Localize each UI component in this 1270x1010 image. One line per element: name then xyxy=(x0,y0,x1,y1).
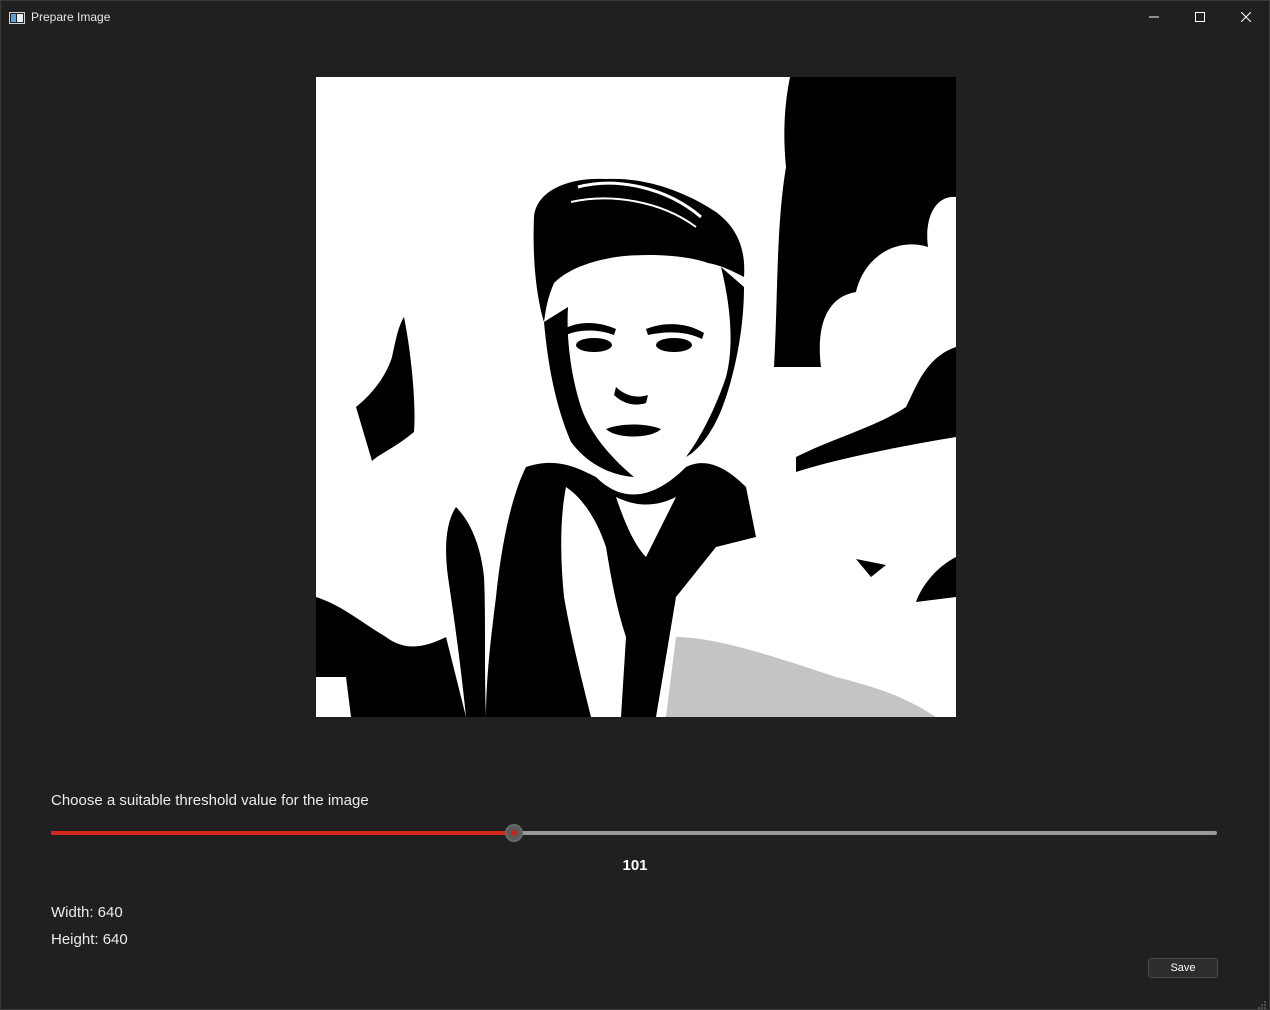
close-button[interactable] xyxy=(1223,1,1269,32)
threshold-preview-image xyxy=(316,77,956,717)
maximize-icon xyxy=(1195,11,1205,22)
resize-grip-icon[interactable] xyxy=(1257,997,1267,1009)
window-title: Prepare Image xyxy=(31,9,111,24)
close-icon xyxy=(1241,11,1251,22)
minimize-button[interactable] xyxy=(1131,1,1177,32)
app-icon xyxy=(9,11,25,24)
image-width-label: Width: 640 xyxy=(51,904,123,921)
title-bar[interactable]: Prepare Image xyxy=(1,1,1269,32)
save-button[interactable]: Save xyxy=(1148,958,1218,978)
minimize-icon xyxy=(1149,16,1159,17)
threshold-instruction-label: Choose a suitable threshold value for th… xyxy=(51,792,369,809)
threshold-value-readout: 101 xyxy=(622,857,648,874)
prepare-image-window: Prepare Image Choose a suitable threshol… xyxy=(0,0,1270,1010)
image-height-label: Height: 640 xyxy=(51,931,128,948)
slider-fill xyxy=(51,831,513,835)
threshold-slider[interactable] xyxy=(51,823,1217,843)
slider-thumb[interactable] xyxy=(505,824,523,842)
maximize-button[interactable] xyxy=(1177,1,1223,32)
window-controls xyxy=(1131,1,1269,32)
